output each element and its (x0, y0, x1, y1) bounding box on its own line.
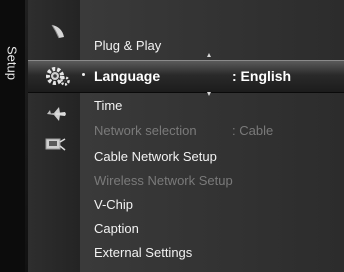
menu-item-plug-and-play[interactable]: Plug & Play (94, 38, 161, 53)
setup-side-tab[interactable]: Setup (0, 0, 25, 272)
network-plug-icon[interactable] (44, 136, 66, 154)
scroll-down-arrow-icon[interactable] (207, 92, 211, 96)
menu-item-cable-network-setup[interactable]: Cable Network Setup (94, 149, 217, 164)
menu-item-external-settings[interactable]: External Settings (94, 245, 192, 260)
menu-item-time[interactable]: Time (94, 98, 122, 113)
selection-marker-icon (82, 73, 85, 76)
language-value: : English (232, 68, 292, 84)
menu-item-v-chip[interactable]: V-Chip (94, 197, 133, 212)
menu-item-wireless-network-setup: Wireless Network Setup (94, 173, 233, 188)
menu-item-language[interactable]: Language (94, 68, 160, 84)
menu-item-caption[interactable]: Caption (94, 221, 139, 236)
setup-tab-label: Setup (4, 46, 20, 80)
satellite-dish-icon[interactable] (48, 22, 68, 42)
gear-icon[interactable] (45, 64, 71, 88)
airplane-icon[interactable] (45, 106, 67, 122)
setup-menu-screen: Setup Plug & Play Language : English Tim… (0, 0, 344, 272)
menu-item-network-selection: Network selection (94, 123, 197, 138)
scroll-up-arrow-icon[interactable] (207, 53, 211, 57)
selection-highlight-bar (28, 60, 344, 93)
network-selection-value: : Cable (232, 123, 274, 138)
